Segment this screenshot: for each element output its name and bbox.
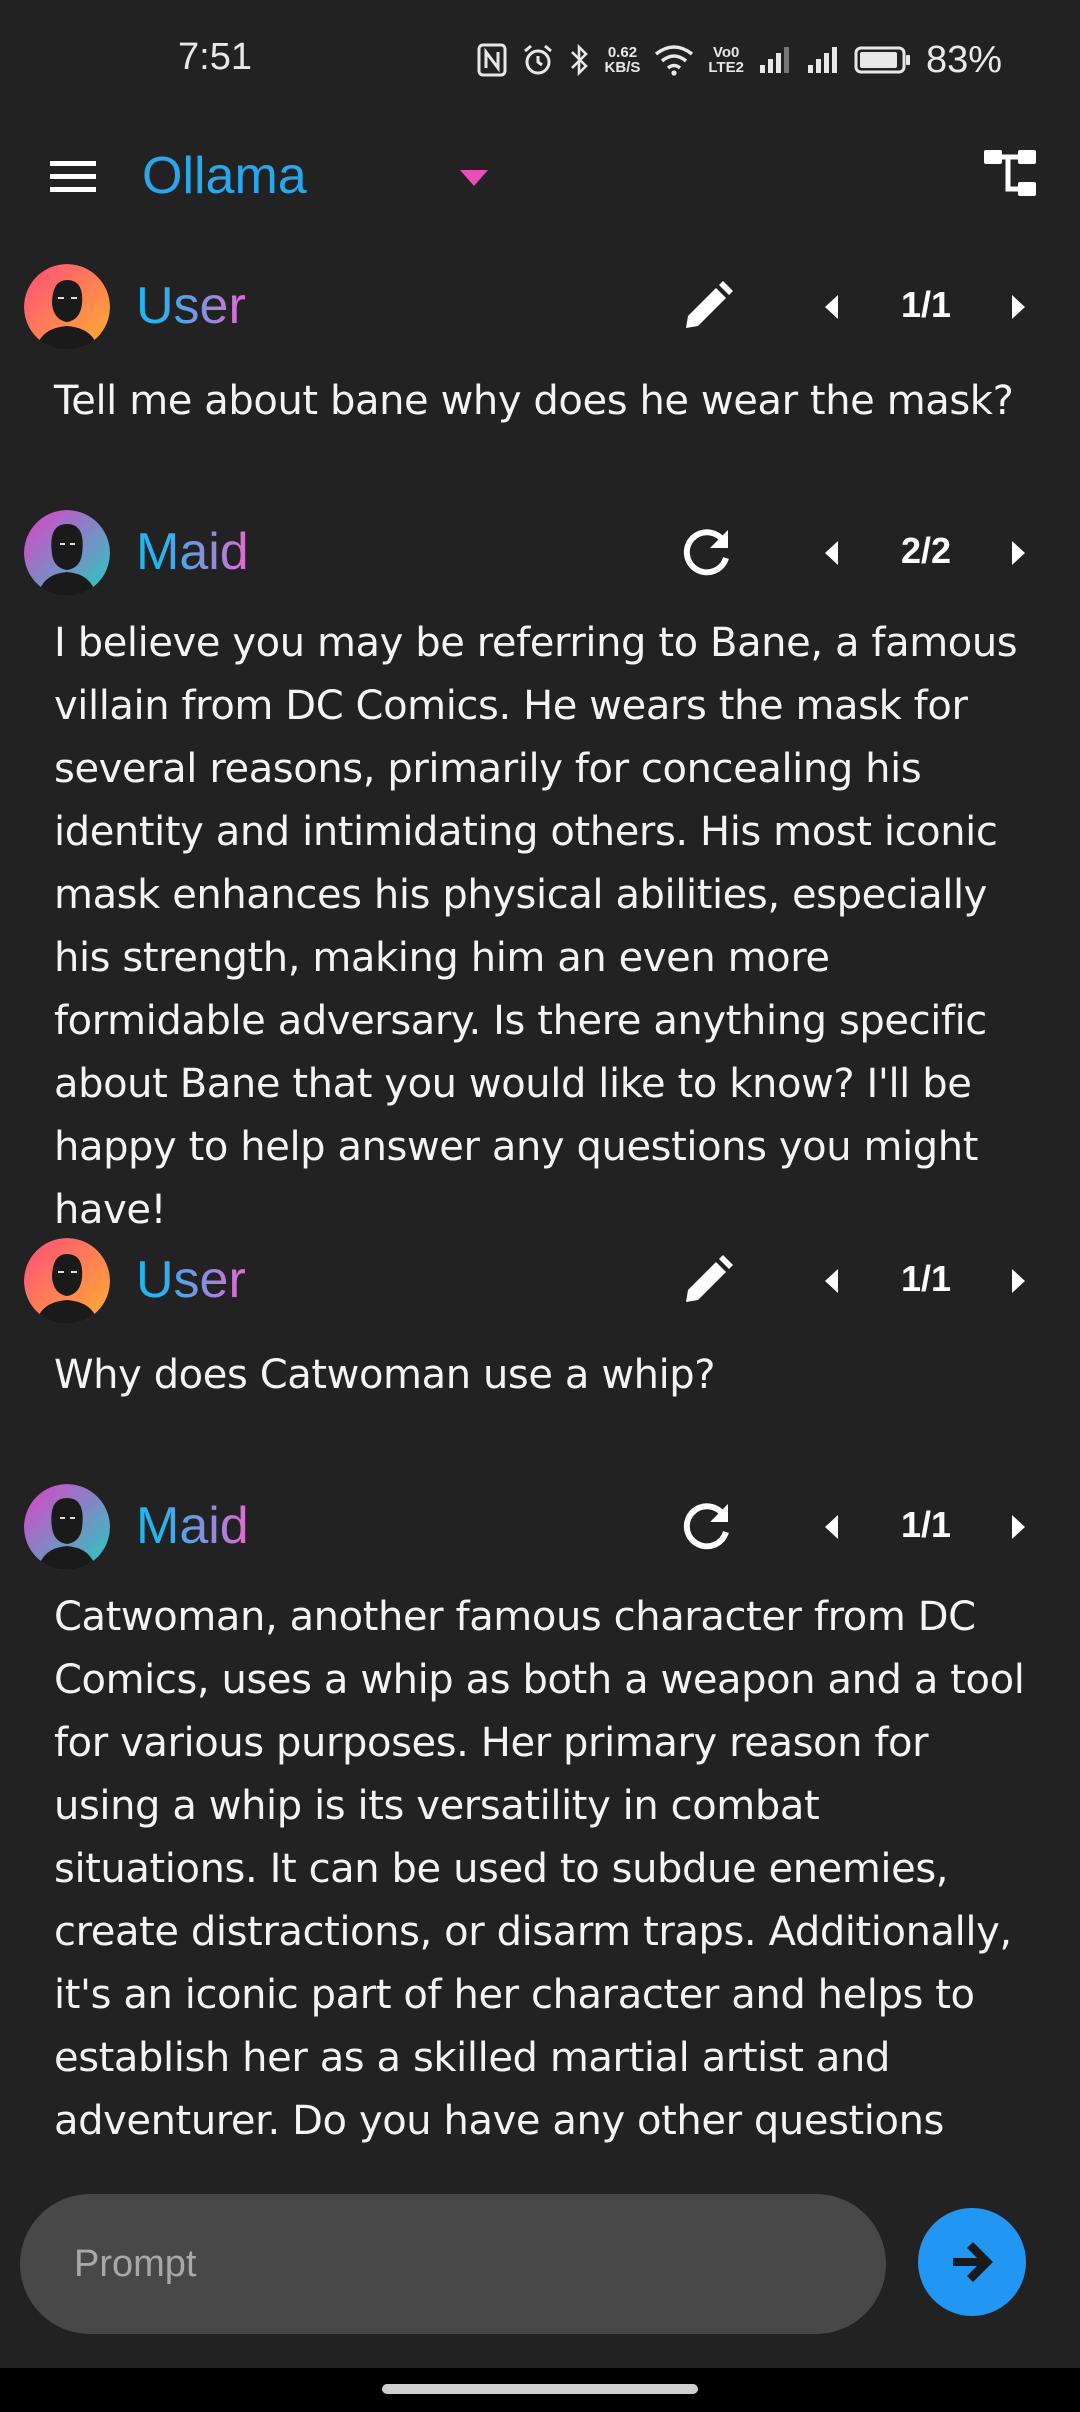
status-icons: 0.62 KB/S Vo0 LTE2 83% (477, 36, 1002, 84)
message-role: Maid (136, 523, 249, 581)
signal-icon-sim1 (758, 45, 792, 75)
message-role: User (136, 277, 246, 335)
network-speed: 0.62 KB/S (604, 44, 641, 76)
next-branch-button[interactable] (1000, 1264, 1034, 1298)
volte-indicator: Vo0 LTE2 (708, 44, 744, 76)
edit-pencil-icon (686, 281, 733, 328)
hamburger-menu-icon (50, 161, 96, 192)
user-avatar (24, 264, 110, 350)
battery-percent: 83% (925, 38, 1002, 81)
edit-button[interactable] (678, 1252, 736, 1310)
edit-button[interactable] (678, 278, 736, 336)
chevron-left-icon (825, 541, 838, 565)
send-button[interactable] (918, 2208, 1026, 2316)
account-tree-icon (984, 150, 1036, 196)
regenerate-button[interactable] (678, 524, 736, 582)
chevron-right-icon (1012, 541, 1025, 565)
chat-messages[interactable]: User 1/1 Tell me about bane why does he … (0, 234, 1080, 2156)
message-text: Catwoman, another famous character from … (54, 1594, 1025, 2144)
edit-pencil-icon (686, 1255, 733, 1302)
chevron-right-icon (1012, 1269, 1025, 1293)
status-bar: 7:51 0.62 KB/S Vo0 LTE2 83% (0, 0, 1080, 124)
message-role: Maid (136, 1497, 249, 1555)
prompt-input[interactable] (20, 2194, 886, 2334)
home-gesture-handle[interactable] (382, 2384, 698, 2394)
signal-icon-sim2 (806, 45, 840, 75)
message-header-assistant: Maid 2/2 (0, 480, 1080, 612)
previous-branch-button[interactable] (816, 536, 850, 570)
message-header-assistant: Maid 1/1 (0, 1454, 1080, 1586)
wifi-icon (654, 44, 694, 76)
nfc-icon (477, 43, 507, 77)
previous-branch-button[interactable] (816, 1264, 850, 1298)
next-branch-button[interactable] (1000, 536, 1034, 570)
branch-counter: 1/1 (900, 1504, 952, 1545)
system-navigation-bar (0, 2368, 1080, 2412)
app-bar: Ollama (0, 124, 1080, 234)
previous-branch-button[interactable] (816, 290, 850, 324)
message-text: Tell me about bane why does he wear the … (54, 378, 1014, 424)
chevron-right-icon (1012, 1515, 1025, 1539)
message-text: I believe you may be referring to Bane, … (54, 620, 1018, 1233)
alarm-icon (521, 43, 555, 77)
chevron-right-icon (1012, 295, 1025, 319)
previous-branch-button[interactable] (816, 1510, 850, 1544)
assistant-avatar (24, 1484, 110, 1570)
prompt-bar (0, 2156, 1080, 2368)
refresh-icon (683, 1503, 729, 1550)
branch-counter: 1/1 (900, 284, 952, 325)
next-branch-button[interactable] (1000, 290, 1034, 324)
next-branch-button[interactable] (1000, 1510, 1034, 1544)
message-header-user: User 1/1 (0, 1208, 1080, 1340)
chevron-left-icon (825, 295, 838, 319)
dropdown-arrow-icon (460, 170, 488, 186)
conversation-tree-button[interactable] (980, 142, 1042, 204)
refresh-icon (683, 529, 729, 576)
arrow-forward-icon (953, 2242, 993, 2282)
regenerate-button[interactable] (678, 1498, 736, 1556)
status-time: 7:51 (178, 36, 252, 78)
assistant-avatar (24, 510, 110, 596)
branch-counter: 1/1 (900, 1258, 952, 1299)
message-header-user: User 1/1 (0, 234, 1080, 366)
user-avatar (24, 1238, 110, 1324)
branch-counter: 2/2 (900, 530, 952, 571)
model-dropdown-button[interactable] (456, 164, 492, 192)
battery-icon (854, 45, 912, 75)
model-selector-label[interactable]: Ollama (142, 146, 307, 206)
message-role: User (136, 1251, 246, 1309)
chevron-left-icon (825, 1269, 838, 1293)
menu-button[interactable] (48, 151, 98, 201)
message-text: Why does Catwoman use a whip? (54, 1352, 716, 1398)
chevron-left-icon (825, 1515, 838, 1539)
bluetooth-icon (569, 43, 591, 77)
